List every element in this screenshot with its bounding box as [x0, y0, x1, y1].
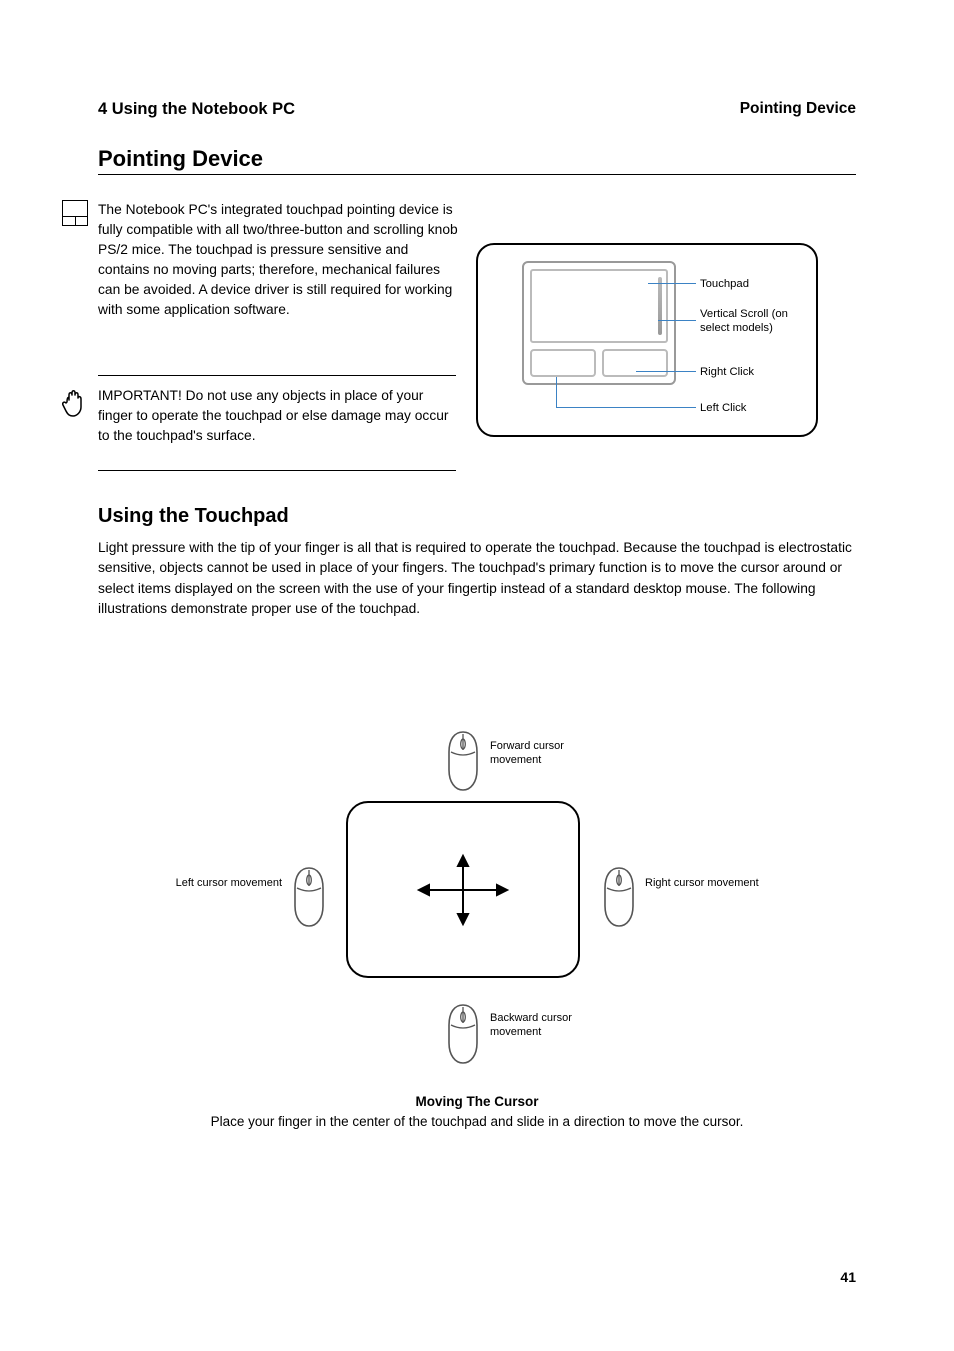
caption-title: Moving The Cursor: [415, 1094, 538, 1109]
callout-line: [658, 320, 696, 321]
touchpad-icon: [62, 200, 88, 226]
callout-vscroll: Vertical Scroll (on select models): [700, 307, 810, 335]
direction-arrows: [403, 852, 523, 928]
callout-touchpad: Touchpad: [700, 277, 810, 291]
mouse-icon: [444, 1003, 482, 1065]
cursor-label-backward: Backward cursor movement: [490, 1012, 600, 1040]
note-text-1: The Notebook PC's integrated touchpad po…: [98, 200, 458, 320]
breadcrumb: Pointing Device: [740, 100, 856, 118]
touchpad-right-button: [602, 349, 668, 377]
diagram-caption: Moving The Cursor Place your finger in t…: [98, 1092, 856, 1131]
mouse-icon: [444, 730, 482, 792]
subheading: Using the Touchpad: [98, 505, 856, 528]
callout-line: [636, 371, 696, 372]
callout-line: [556, 407, 696, 408]
cursor-label-forward: Forward cursor movement: [490, 740, 600, 768]
rule: [98, 375, 456, 376]
note-text-2: IMPORTANT! Do not use any objects in pla…: [98, 386, 458, 446]
touchpad-diagram: Touchpad Vertical Scroll (on select mode…: [476, 243, 818, 437]
touchpad-scroll-strip: [658, 277, 662, 335]
hand-stop-icon: [62, 388, 88, 414]
cursor-label-right: Right cursor movement: [645, 877, 765, 891]
callout-line: [648, 283, 696, 284]
body-paragraph: Light pressure with the tip of your fing…: [98, 538, 856, 620]
page-number: 41: [840, 1269, 856, 1285]
cursor-label-left: Left cursor movement: [160, 877, 282, 891]
caption-text: Place your finger in the center of the t…: [211, 1114, 744, 1129]
callout-right-click: Right Click: [700, 365, 810, 379]
mouse-icon: [600, 866, 638, 928]
touchpad-left-button: [530, 349, 596, 377]
callout-line: [556, 377, 557, 407]
touchpad-hardware: [522, 261, 676, 385]
mouse-icon: [290, 866, 328, 928]
chapter-label: 4 Using the Notebook PC: [98, 100, 295, 119]
rule: [98, 470, 456, 471]
touchpad-surface: [530, 269, 668, 343]
section-heading: Pointing Device: [98, 146, 856, 175]
callout-left-click: Left Click: [700, 401, 810, 415]
